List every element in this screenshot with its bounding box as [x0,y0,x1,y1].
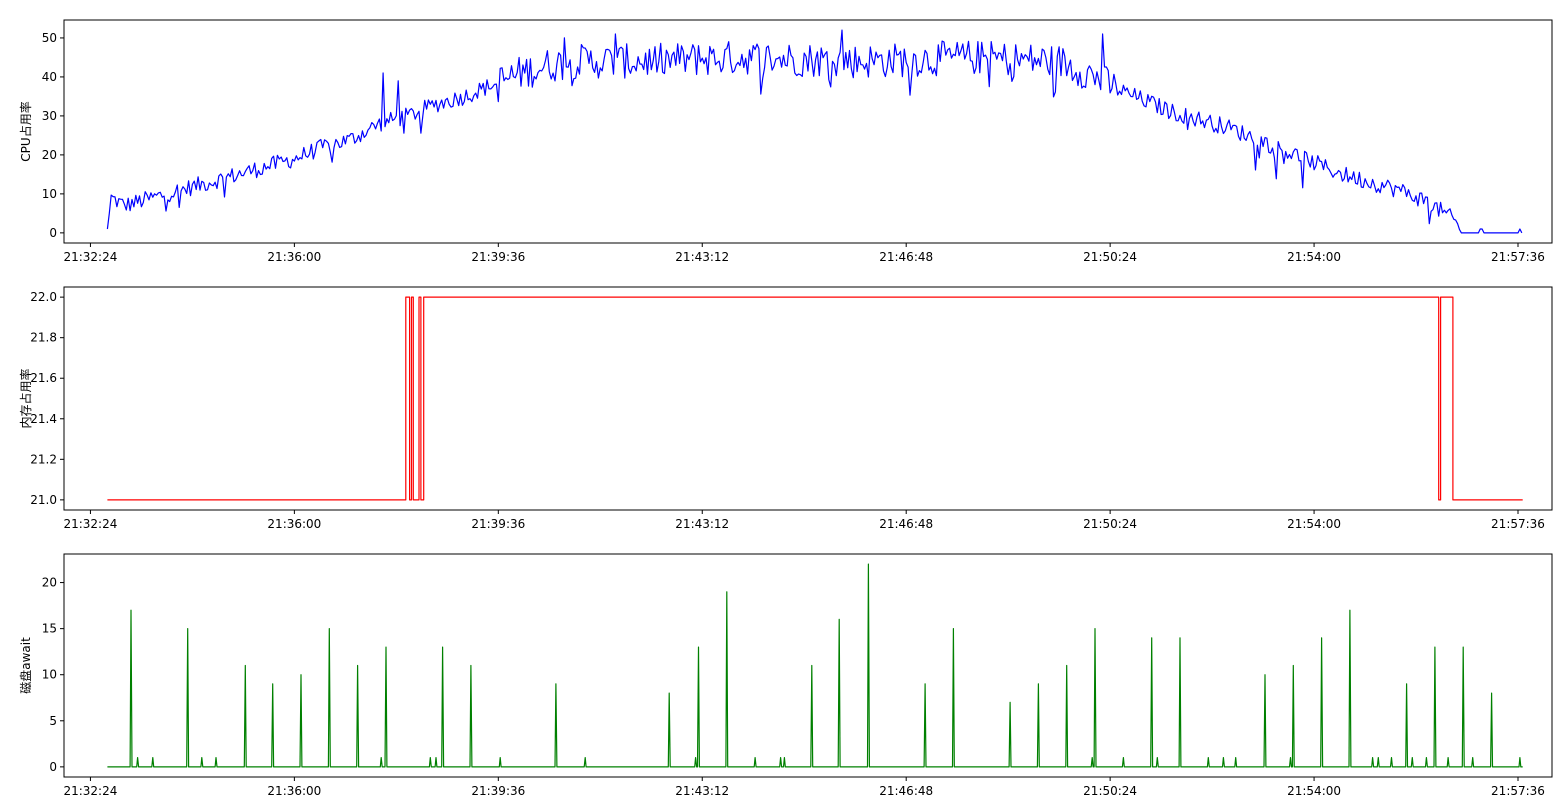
y-axis-label: 磁盘await [18,637,33,694]
x-tick-label: 21:46:48 [879,784,933,798]
y-tick-label: 20 [42,576,57,590]
axes-frame [63,286,1553,511]
x-tick-label: 21:32:24 [63,517,117,531]
x-tick-label: 21:50:24 [1083,250,1137,264]
x-tick-label: 21:46:48 [879,250,933,264]
axes-frame [63,19,1553,244]
y-axis-label: 内存占用率 [18,368,33,428]
x-tick-label: 21:43:12 [675,784,729,798]
subplot-1: 0 10 20 30 40 50 21:32:24 21:36:00 21:39:36 21:43… [18,19,1553,264]
x-tick-label: 21:36:00 [267,784,321,798]
y-tick-label: 21.4 [30,412,57,426]
x-tick-label: 21:32:24 [63,784,117,798]
y-tick-label: 10 [42,187,57,201]
x-tick-label: 21:54:00 [1287,517,1341,531]
y-tick-label: 5 [49,714,57,728]
y-tick-label: 21.8 [30,331,57,345]
figure: 0 10 20 30 40 50 21:32:24 21:36:00 21:39:36 21:43… [0,0,1563,806]
axes-frame [63,553,1553,778]
y-tick-label: 20 [42,148,57,162]
x-tick-label: 21:36:00 [267,250,321,264]
y-tick-label: 10 [42,668,57,682]
x-tick-label: 21:46:48 [879,517,933,531]
y-tick-label: 15 [42,622,57,636]
x-tick-label: 21:50:24 [1083,517,1137,531]
chart-figure: 0102030405021:32:24 21:36:00 21:39:36 21:43… [18,19,1553,798]
subplot-3: 0 5 10 15 20 21:32:24 21:36:00 21:39:36 21:43:12… [18,553,1553,798]
subplot-2: 21.0 21.2 21.4 21.6 21.8 22.0 21:32:24 21:36:00… [18,286,1553,531]
series-line [107,296,1523,501]
x-tick-label: 21:50:24 [1083,784,1137,798]
x-tick-label: 21:57:36 [1491,517,1545,531]
x-tick-label: 21:32:24 [63,250,117,264]
y-tick-label: 22.0 [30,290,57,304]
x-tick-label: 21:57:36 [1491,250,1545,264]
y-tick-label: 21.6 [30,371,57,385]
x-tick-label: 21:54:00 [1287,250,1341,264]
x-tick-label: 21:43:12 [675,250,729,264]
y-axis-label: CPU占用率 [18,101,33,161]
x-tick-label: 21:39:36 [471,250,525,264]
y-tick-label: 0 [49,226,57,240]
y-tick-label: 30 [42,109,57,123]
y-tick-label: 0 [49,760,57,774]
x-tick-label: 21:43:12 [675,517,729,531]
y-tick-label: 40 [42,70,57,84]
y-tick-label: 50 [42,31,57,45]
y-tick-label: 21.2 [30,452,57,466]
x-tick-label: 21:57:36 [1491,784,1545,798]
series-line [106,29,1523,234]
x-tick-label: 21:39:36 [471,517,525,531]
x-tick-label: 21:39:36 [471,784,525,798]
x-tick-label: 21:36:00 [267,517,321,531]
series-line [107,563,1523,768]
y-tick-label: 21.0 [30,493,57,507]
x-tick-label: 21:54:00 [1287,784,1341,798]
